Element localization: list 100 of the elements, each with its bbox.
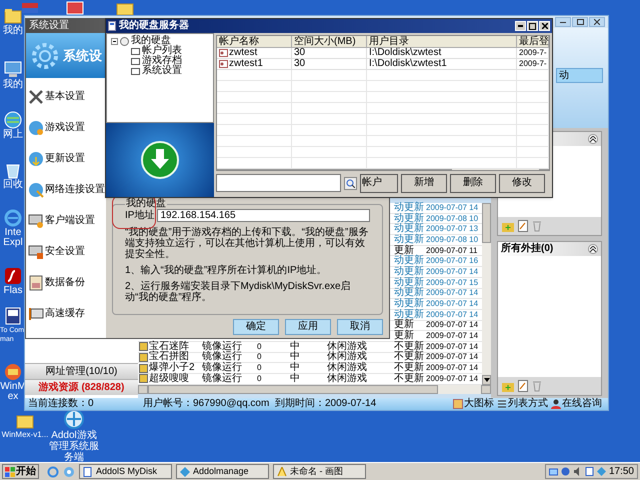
document-icon[interactable] <box>584 467 594 476</box>
scroll-down-button[interactable] <box>482 374 491 385</box>
browser-icon[interactable] <box>47 466 59 478</box>
table-cell: 中 <box>290 352 300 362</box>
terminal-icon <box>3 306 23 326</box>
edit-icon[interactable] <box>518 380 528 392</box>
status-action[interactable]: 在线咨询 <box>551 399 602 409</box>
tree-item[interactable]: 我的硬盘 <box>131 36 171 46</box>
tree-item[interactable]: 系统设置 <box>142 66 182 76</box>
node-icon <box>131 46 140 56</box>
taskbar-button[interactable]: 未命名 - 画图 <box>273 464 366 479</box>
table-cell: 镜像运行 <box>202 342 242 352</box>
windows-logo-icon <box>5 466 15 476</box>
app-icon <box>108 21 116 31</box>
table-cell: 动更新 <box>394 202 424 213</box>
dialog-button[interactable]: 应用 <box>285 319 331 335</box>
icon-label[interactable]: Addol游戏管理系统服务端 <box>48 430 100 463</box>
table-cell: 更新 <box>394 331 414 342</box>
add-folder-icon[interactable] <box>502 380 514 392</box>
app-icon <box>3 362 23 382</box>
table-cell: 动更新 <box>394 278 424 288</box>
speaker-icon[interactable] <box>572 467 582 476</box>
table-cell: 休闲游戏 <box>327 352 367 362</box>
globe-icon <box>3 110 23 130</box>
toolbar-button[interactable]: 修改 <box>499 174 545 192</box>
table-cell: 不更新 <box>394 374 424 384</box>
table-cell: 30 <box>294 59 306 69</box>
maximize-button[interactable] <box>572 17 588 27</box>
edit-icon[interactable] <box>518 220 528 232</box>
icon-label[interactable]: 我的 <box>0 80 26 90</box>
collapse-icon[interactable] <box>111 38 118 44</box>
search-field[interactable] <box>216 174 341 192</box>
collapse-button[interactable] <box>588 244 598 254</box>
window-title: 我的硬盘服务器 <box>119 21 189 31</box>
table-cell: zwtest1 <box>229 59 263 69</box>
gear-icon <box>30 40 60 70</box>
browser-icon[interactable] <box>63 466 75 478</box>
icon-label[interactable]: 回收 <box>0 180 26 190</box>
menu-item[interactable]: 数据备份 <box>26 267 106 298</box>
close-icon <box>542 23 548 29</box>
list-icon <box>497 399 507 409</box>
tree-item[interactable]: 游戏存档 <box>142 56 182 66</box>
search-button[interactable] <box>344 176 357 190</box>
scroll-thumb[interactable] <box>482 203 491 243</box>
add-folder-icon[interactable] <box>502 220 514 232</box>
icon-label[interactable]: WinMex-v1... <box>2 430 48 440</box>
help-icon[interactable] <box>560 467 570 476</box>
dialog-button[interactable]: 取消 <box>337 319 383 335</box>
table-cell: zwtest <box>229 48 258 58</box>
taskbar-button[interactable]: AddolS MyDisk <box>79 464 172 479</box>
icon-label[interactable]: Inte Expl <box>0 228 26 248</box>
icon-label[interactable]: Flas <box>0 286 26 296</box>
table-cell: 动更新 <box>394 299 424 310</box>
table-cell: 0 <box>257 374 262 383</box>
status-action[interactable]: 列表方式 <box>497 399 548 409</box>
dialog-button[interactable]: 确定 <box>233 319 279 335</box>
nav-item[interactable]: 游戏资源 (828/828) <box>25 379 138 395</box>
books-icon[interactable] <box>65 0 85 16</box>
table-cell: 动更新 <box>394 234 424 245</box>
menu-item[interactable]: 基本设置 <box>26 81 106 112</box>
table-cell: 2009-7- <box>519 49 547 57</box>
minimize-button[interactable] <box>555 17 571 27</box>
menu-item[interactable]: 高速缓存 <box>26 298 106 329</box>
table-cell: 休闲游戏 <box>327 342 367 352</box>
header-button[interactable]: 动 <box>556 68 603 83</box>
ip-field[interactable]: 192.168.154.165 <box>157 209 370 222</box>
close-button[interactable] <box>589 17 605 27</box>
status-action[interactable]: 大图标 <box>453 399 494 409</box>
column-header[interactable]: 最后登 <box>517 36 549 47</box>
close-icon <box>594 19 600 25</box>
table-cell: 休闲游戏 <box>327 363 367 374</box>
computer-icon <box>3 60 23 80</box>
taskbar-button[interactable]: Addolmanage <box>176 464 269 479</box>
menu-item[interactable]: 客户端设置 <box>26 205 106 236</box>
collapse-button[interactable] <box>588 134 598 144</box>
toolbar-button[interactable]: 删除 <box>450 174 496 192</box>
table-cell: 动更新 <box>394 310 424 320</box>
nav-item[interactable]: 网址管理(10/10) <box>25 363 138 379</box>
chevron-up-icon <box>590 136 596 142</box>
table-cell: 0 <box>257 342 262 351</box>
table-cell: 镜像运行 <box>202 374 242 384</box>
menu-item[interactable]: 安全设置 <box>26 236 106 267</box>
circular-app-icon[interactable] <box>63 408 85 430</box>
globe-icon <box>28 182 44 198</box>
table-cell: 动更新 <box>394 288 424 298</box>
book-stack-icon[interactable] <box>20 0 40 16</box>
disk-icon <box>120 36 129 46</box>
window-title: 系统设置 <box>29 21 69 31</box>
table-cell: 2009-07-08 10 <box>426 236 478 244</box>
table-cell: 动更新 <box>394 266 424 277</box>
network-icon[interactable] <box>548 467 558 476</box>
find-account-button[interactable]: 帐户 <box>360 174 398 192</box>
table-cell: 休闲游戏 <box>327 374 367 384</box>
start-button[interactable]: 开始 <box>2 464 39 479</box>
vertical-scrollbar[interactable] <box>482 203 491 385</box>
toolbar-button[interactable]: 新增 <box>401 174 447 192</box>
tree-item[interactable]: 帐户列表 <box>142 46 182 56</box>
menu-item[interactable]: 网络连接设置 <box>26 174 106 205</box>
icon-label[interactable]: 网上 <box>0 130 26 140</box>
icon-label[interactable]: 我的 <box>0 26 26 36</box>
